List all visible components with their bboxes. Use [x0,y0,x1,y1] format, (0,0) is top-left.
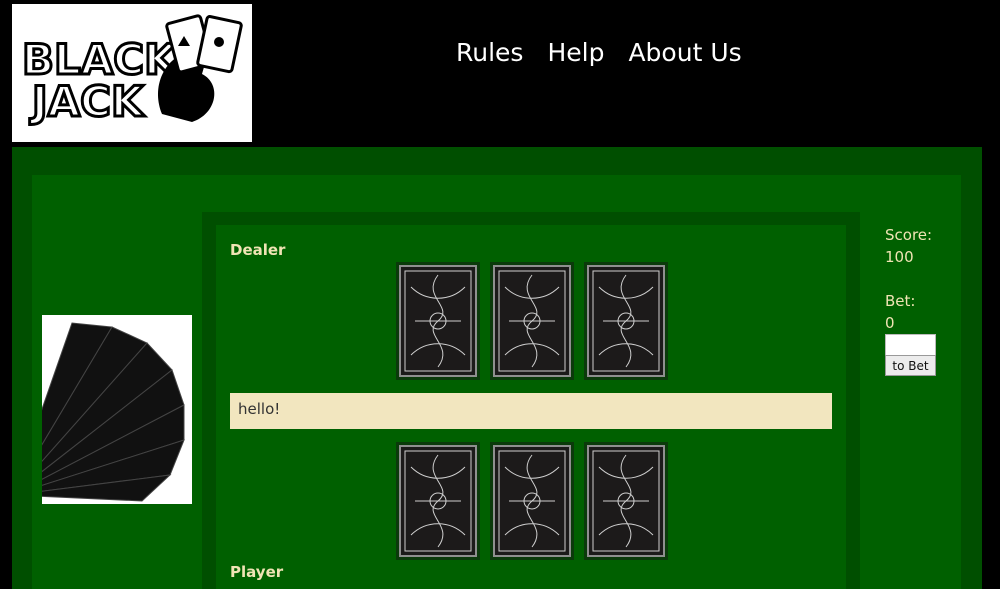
to-bet-button[interactable]: to Bet [885,355,936,376]
score-label: Score: [885,226,933,244]
player-label: Player [230,563,284,581]
card-back-icon [493,445,571,557]
dealer-card [396,262,480,380]
score-panel: Score: 100 Bet: 0 [885,224,965,334]
dealer-label: Dealer [230,241,286,259]
table-frame: Dealer hello! Player [202,212,860,589]
player-card [584,442,668,560]
score-value: 100 [885,248,914,266]
nav-about-us[interactable]: About Us [628,36,741,70]
blackjack-logo[interactable]: BLACK JACK [12,4,252,142]
nav-help[interactable]: Help [547,36,604,70]
dealer-card [584,262,668,380]
bet-label: Bet: [885,292,916,310]
player-card [490,442,574,560]
bet-value: 0 [885,314,895,332]
game-outer-frame: Dealer hello! Player [12,147,982,589]
player-card [396,442,480,560]
card-back-icon [587,265,665,377]
svg-text:JACK: JACK [29,77,145,126]
card-back-icon [399,445,477,557]
blackjack-table: Dealer hello! Player [216,225,846,589]
dealer-hand [396,262,678,380]
card-back-icon [399,265,477,377]
card-fan-image [42,315,192,504]
message-bar: hello! [230,393,832,429]
game-area: Dealer hello! Player [32,175,961,589]
card-back-icon [493,265,571,377]
card-back-icon [587,445,665,557]
nav-rules[interactable]: Rules [456,36,523,70]
dealer-card [490,262,574,380]
bet-input[interactable] [885,334,936,356]
header: BLACK JACK Rules Help About Us [0,0,1000,147]
main-nav: Rules Help About Us [444,36,754,70]
player-hand [396,442,678,560]
